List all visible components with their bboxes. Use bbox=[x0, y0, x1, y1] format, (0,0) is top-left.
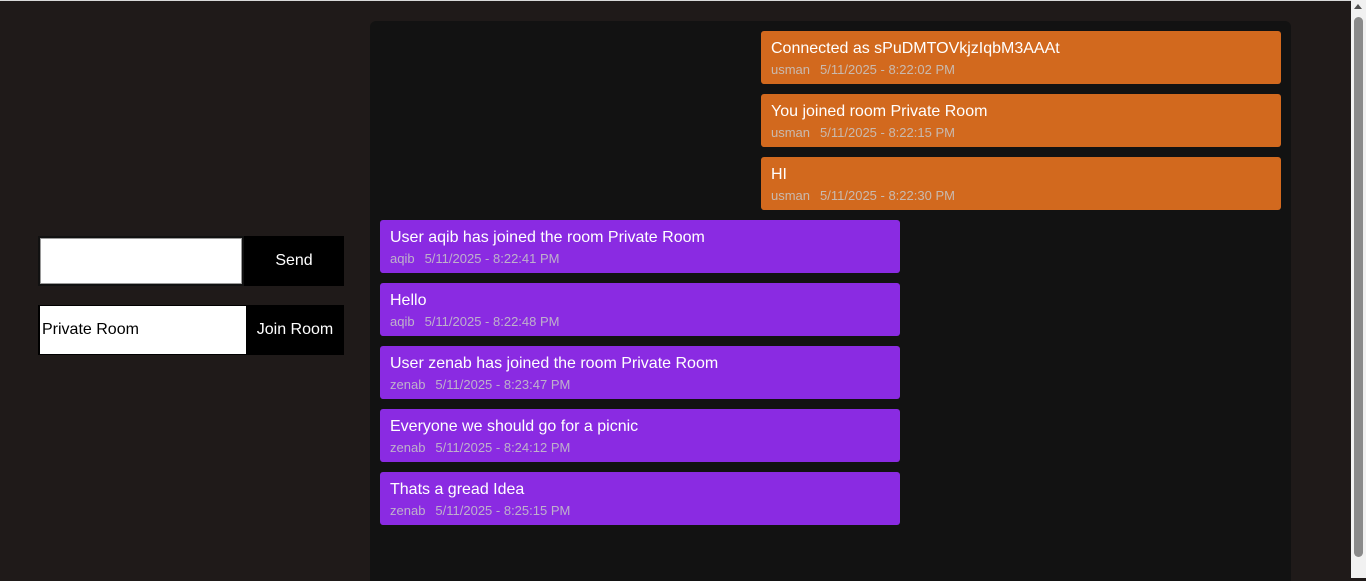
send-row: Send bbox=[38, 236, 344, 286]
room-input[interactable] bbox=[40, 306, 246, 354]
message-meta: usman 5/11/2025 - 8:22:15 PM bbox=[771, 125, 1271, 140]
message-meta: aqib 5/11/2025 - 8:22:41 PM bbox=[390, 251, 890, 266]
message-bubble: You joined room Private Room usman 5/11/2… bbox=[761, 94, 1281, 147]
composer-panel: Send Join Room bbox=[38, 236, 344, 374]
message-user: zenab bbox=[390, 503, 426, 518]
message-bubble: HI usman 5/11/2025 - 8:22:30 PM bbox=[761, 157, 1281, 210]
send-button[interactable]: Send bbox=[244, 236, 344, 286]
message-meta: usman 5/11/2025 - 8:22:02 PM bbox=[771, 62, 1271, 77]
message-text: Connected as sPuDMTOVkjzIqbM3AAAt bbox=[771, 40, 1060, 57]
message-input[interactable] bbox=[38, 236, 244, 286]
page-scrollbar[interactable] bbox=[1351, 0, 1366, 578]
message-time: 5/11/2025 - 8:22:48 PM bbox=[424, 314, 560, 329]
message-meta: zenab 5/11/2025 - 8:23:47 PM bbox=[390, 377, 890, 392]
message-time: 5/11/2025 - 8:23:47 PM bbox=[435, 377, 571, 392]
message-time: 5/11/2025 - 8:22:15 PM bbox=[820, 125, 955, 140]
message-text: User aqib has joined the room Private Ro… bbox=[390, 229, 705, 246]
window-top-border bbox=[0, 0, 1366, 1]
message-text: Hello bbox=[390, 292, 427, 309]
message-user: zenab bbox=[390, 440, 426, 455]
message-user: usman bbox=[771, 125, 811, 140]
message-bubble: Hello aqib 5/11/2025 - 8:22:48 PM bbox=[380, 283, 900, 336]
scroll-thumb[interactable] bbox=[1354, 17, 1363, 557]
message-meta: zenab 5/11/2025 - 8:24:12 PM bbox=[390, 440, 890, 455]
message-time: 5/11/2025 - 8:22:41 PM bbox=[424, 251, 560, 266]
message-text: User zenab has joined the room Private R… bbox=[390, 355, 719, 372]
message-meta: usman 5/11/2025 - 8:22:30 PM bbox=[771, 188, 1271, 203]
message-user: usman bbox=[771, 62, 811, 77]
message-text: You joined room Private Room bbox=[771, 103, 988, 120]
message-time: 5/11/2025 - 8:22:02 PM bbox=[820, 62, 955, 77]
message-user: zenab bbox=[390, 377, 426, 392]
join-room-button[interactable]: Join Room bbox=[246, 305, 344, 355]
message-time: 5/11/2025 - 8:25:15 PM bbox=[435, 503, 571, 518]
message-bubble: Connected as sPuDMTOVkjzIqbM3AAAt usman 5… bbox=[761, 31, 1281, 84]
message-user: usman bbox=[771, 188, 811, 203]
message-text: Everyone we should go for a picnic bbox=[390, 418, 639, 435]
chat-messages-area: Connected as sPuDMTOVkjzIqbM3AAAt usman 5… bbox=[370, 21, 1291, 581]
message-bubble: Thats a gread Idea zenab 5/11/2025 - 8:25… bbox=[380, 472, 900, 525]
message-bubble: Everyone we should go for a picnic zenab… bbox=[380, 409, 900, 462]
message-text: HI bbox=[771, 166, 787, 183]
message-text: Thats a gread Idea bbox=[390, 481, 525, 498]
scroll-up-arrow-icon[interactable] bbox=[1354, 4, 1362, 9]
message-bubble: User aqib has joined the room Private Ro… bbox=[380, 220, 900, 273]
message-meta: zenab 5/11/2025 - 8:25:15 PM bbox=[390, 503, 890, 518]
message-meta: aqib 5/11/2025 - 8:22:48 PM bbox=[390, 314, 890, 329]
message-user: aqib bbox=[390, 251, 415, 266]
message-time: 5/11/2025 - 8:22:30 PM bbox=[820, 188, 955, 203]
message-user: aqib bbox=[390, 314, 415, 329]
message-bubble: User zenab has joined the room Private R… bbox=[380, 346, 900, 399]
join-row: Join Room bbox=[38, 305, 344, 355]
message-time: 5/11/2025 - 8:24:12 PM bbox=[435, 440, 571, 455]
